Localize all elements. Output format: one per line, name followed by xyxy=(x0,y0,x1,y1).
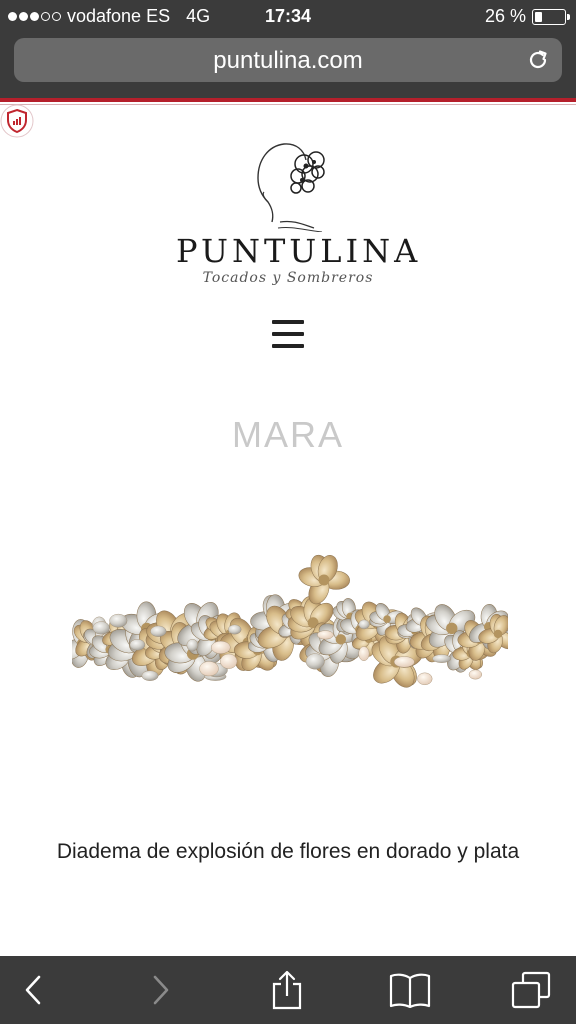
browser-chrome: vodafone ES 4G 17:34 26 % puntulina.com xyxy=(0,0,576,98)
back-chevron-icon[interactable] xyxy=(10,968,56,1012)
tabs-icon[interactable] xyxy=(508,968,554,1012)
battery-icon xyxy=(532,8,570,25)
security-shield-icon[interactable] xyxy=(0,104,34,138)
site-logo[interactable]: PUNTULINA Tocados y Sombreros xyxy=(176,136,422,288)
product-title: MARA xyxy=(231,414,344,455)
forward-chevron-icon[interactable] xyxy=(138,968,184,1012)
bookmarks-book-icon[interactable] xyxy=(387,968,433,1012)
share-icon[interactable] xyxy=(264,968,310,1012)
accent-divider xyxy=(0,98,576,102)
hamburger-menu-icon[interactable] xyxy=(272,320,304,348)
battery-percent: 26 % xyxy=(484,6,526,26)
product-image-flower-headband[interactable] xyxy=(72,552,508,728)
brand-tagline: Tocados y Sombreros xyxy=(202,270,374,286)
accent-divider-thin xyxy=(0,104,576,105)
brand-name: PUNTULINA xyxy=(176,232,422,270)
product-description: Diadema de explosión de flores en dorado… xyxy=(56,840,520,863)
url-text[interactable]: puntulina.com xyxy=(14,47,562,75)
reload-icon[interactable] xyxy=(526,48,550,72)
woman-profile-logo-icon xyxy=(257,143,325,232)
status-bar: vodafone ES 4G 17:34 26 % xyxy=(0,0,576,32)
address-bar[interactable]: puntulina.com xyxy=(14,38,562,82)
browser-toolbar xyxy=(0,956,576,1024)
